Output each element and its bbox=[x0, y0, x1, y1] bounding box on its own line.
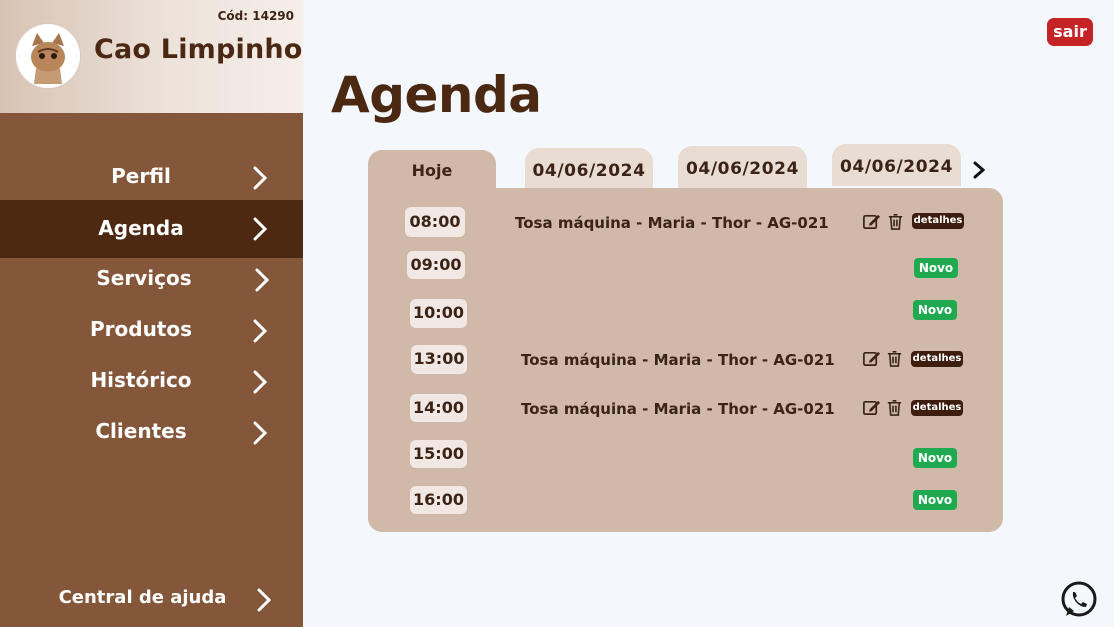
time-slot: 13:00 bbox=[411, 345, 467, 374]
sidebar-item-historico[interactable]: Histórico bbox=[0, 357, 303, 407]
sidebar-item-clientes[interactable]: Clientes bbox=[0, 408, 303, 458]
chevron-right-icon bbox=[253, 370, 268, 394]
whatsapp-icon[interactable] bbox=[1059, 580, 1099, 620]
edit-icon[interactable] bbox=[862, 349, 881, 368]
time-slot: 15:00 bbox=[410, 440, 467, 468]
edit-icon[interactable] bbox=[862, 212, 881, 231]
appointment-text: Tosa máquina - Maria - Thor - AG-021 bbox=[521, 400, 835, 418]
sidebar-item-servicos[interactable]: Serviços bbox=[0, 255, 303, 305]
sidebar-item-perfil[interactable]: Perfil bbox=[0, 152, 303, 202]
trash-icon[interactable] bbox=[885, 349, 904, 368]
chevron-right-icon bbox=[253, 421, 268, 445]
tab-date-3[interactable]: 04/06/2024 bbox=[832, 144, 961, 186]
sidebar-item-label: Serviços bbox=[96, 266, 192, 290]
page-title: Agenda bbox=[331, 66, 542, 124]
time-slot: 08:00 bbox=[405, 207, 465, 237]
logout-button[interactable]: sair bbox=[1047, 18, 1093, 46]
details-button[interactable]: detalhes bbox=[911, 351, 963, 367]
chevron-right-icon[interactable] bbox=[253, 586, 275, 614]
sidebar-item-agenda[interactable]: Agenda bbox=[0, 200, 303, 258]
new-appointment-button[interactable]: Novo bbox=[913, 490, 957, 510]
new-appointment-button[interactable]: Novo bbox=[913, 448, 957, 468]
new-appointment-button[interactable]: Novo bbox=[913, 300, 957, 320]
appointment-text: Tosa máquina - Maria - Thor - AG-021 bbox=[521, 351, 835, 369]
chevron-right-icon bbox=[253, 217, 268, 241]
cat-avatar-icon bbox=[15, 23, 81, 89]
details-button[interactable]: detalhes bbox=[911, 400, 963, 416]
help-center-link[interactable]: Central de ajuda bbox=[0, 587, 285, 608]
new-appointment-button[interactable]: Novo bbox=[914, 258, 958, 278]
appointment-text: Tosa máquina - Maria - Thor - AG-021 bbox=[515, 214, 829, 232]
edit-icon[interactable] bbox=[862, 398, 881, 417]
chevron-right-icon bbox=[253, 319, 268, 343]
store-code: Cód: 14290 bbox=[217, 9, 294, 23]
chevron-right-icon bbox=[253, 166, 268, 190]
chevron-right-icon[interactable] bbox=[971, 160, 987, 180]
tab-date-2[interactable]: 04/06/2024 bbox=[678, 146, 807, 188]
trash-icon[interactable] bbox=[885, 398, 904, 417]
chevron-right-icon bbox=[255, 268, 270, 292]
time-slot: 14:00 bbox=[410, 394, 467, 422]
sidebar-item-label: Clientes bbox=[95, 419, 187, 443]
trash-icon[interactable] bbox=[886, 212, 905, 231]
sidebar-item-label: Perfil bbox=[111, 164, 171, 188]
tab-hoje[interactable]: Hoje bbox=[368, 150, 496, 192]
tab-date-1[interactable]: 04/06/2024 bbox=[525, 148, 653, 190]
time-slot: 09:00 bbox=[407, 251, 465, 279]
schedule-panel: 08:00 Tosa máquina - Maria - Thor - AG-0… bbox=[368, 188, 1003, 532]
brand-name: Cao Limpinho bbox=[94, 34, 303, 65]
time-slot: 16:00 bbox=[410, 486, 467, 514]
sidebar-item-produtos[interactable]: Produtos bbox=[0, 306, 303, 356]
sidebar: Cód: 14290 Cao Limpinho Perfil Agenda Se… bbox=[0, 0, 303, 627]
time-slot: 10:00 bbox=[410, 299, 467, 328]
sidebar-item-label: Histórico bbox=[90, 368, 192, 392]
sidebar-item-label: Agenda bbox=[98, 216, 184, 240]
sidebar-item-label: Produtos bbox=[89, 317, 193, 341]
brand-header: Cód: 14290 Cao Limpinho bbox=[0, 0, 303, 113]
details-button[interactable]: detalhes bbox=[912, 213, 964, 229]
